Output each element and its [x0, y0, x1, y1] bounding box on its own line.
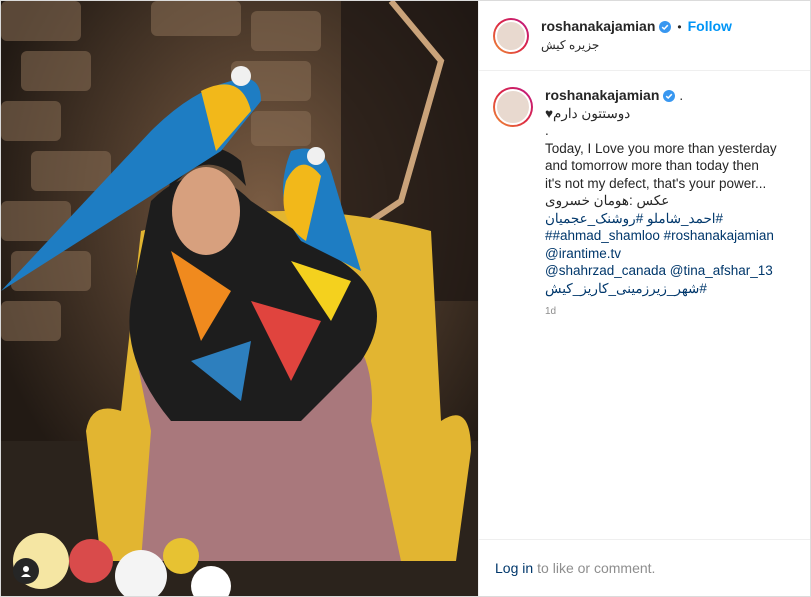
verified-badge-icon	[659, 20, 672, 33]
post-timestamp: 1d	[545, 306, 557, 317]
caption-mention[interactable]: @shahrzad_canada @tina_afshar_13	[545, 262, 777, 280]
username-link[interactable]: roshanakajamian	[541, 18, 655, 35]
separator-dot: •	[677, 19, 682, 34]
caption-line: .	[545, 123, 549, 138]
verified-badge-icon	[663, 89, 676, 102]
login-link[interactable]: Log in	[495, 560, 533, 576]
caption: roshanakajamian . ♥دوستتون دارم . Today,…	[479, 71, 810, 321]
caption-line: Today, I Love you more than yesterday	[545, 140, 777, 156]
caption-hashtag[interactable]: شهر_زیرزمینی_کاریز_کیش#	[545, 280, 777, 298]
caption-hashtag[interactable]: ##ahmad_shamloo #roshanakajamian	[545, 227, 777, 245]
caption-line: it's not my defect, that's your power...	[545, 175, 767, 191]
avatar[interactable]	[493, 17, 529, 54]
user-tag-icon[interactable]	[13, 558, 39, 584]
caption-hashtag[interactable]: احمد_شاملو #روشنک_عجمیان#	[545, 210, 777, 228]
post-photo[interactable]	[1, 1, 478, 596]
login-prompt-text: to like or comment.	[537, 560, 656, 576]
photo-illustration	[1, 1, 478, 596]
caption-username[interactable]: roshanakajamian	[545, 87, 659, 105]
post-dialog: roshanakajamian • Follow جزیره کیش rosha…	[0, 0, 811, 597]
post-sidebar: roshanakajamian • Follow جزیره کیش rosha…	[478, 1, 810, 596]
caption-line: and tomorrow more than today then	[545, 158, 759, 173]
caption-avatar[interactable]	[493, 87, 533, 127]
post-footer: Log in to like or comment.	[479, 539, 810, 596]
caption-line: عکس :هومان خسروی	[545, 193, 670, 208]
location-link[interactable]: جزیره کیش	[541, 38, 732, 52]
caption-line: ♥دوستتون دارم	[545, 105, 631, 121]
follow-button[interactable]: Follow	[688, 18, 732, 35]
post-header: roshanakajamian • Follow جزیره کیش	[479, 1, 810, 71]
caption-mention[interactable]: @irantime.tv	[545, 245, 777, 263]
